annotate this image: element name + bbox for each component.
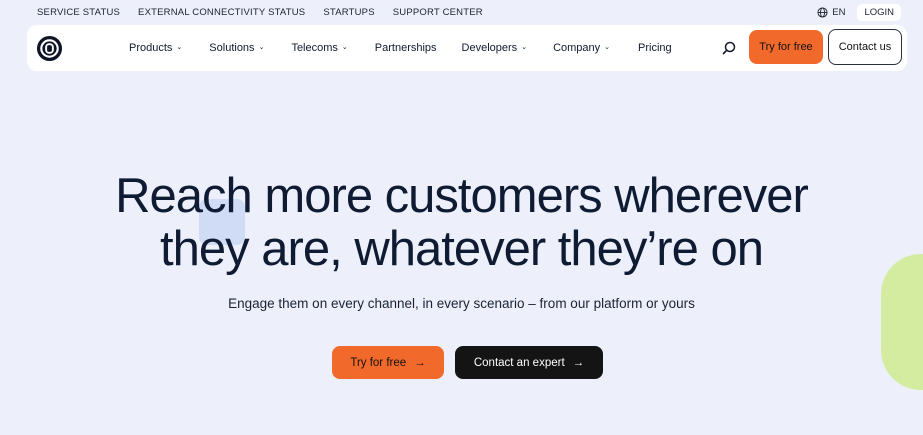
connectivity-status-link[interactable]: EXTERNAL CONNECTIVITY STATUS	[138, 7, 305, 18]
main-nav: Products ⌄ Solutions ⌄ Telecoms ⌄ Partne…	[27, 25, 907, 71]
chevron-down-icon: ⌄	[521, 44, 528, 51]
nav-item-company[interactable]: Company ⌄	[553, 42, 610, 54]
utility-links: SERVICE STATUS EXTERNAL CONNECTIVITY STA…	[37, 7, 501, 18]
hero-try-for-free-button[interactable]: Try for free →	[332, 346, 444, 379]
nav-item-solutions[interactable]: Solutions ⌄	[209, 42, 264, 54]
utility-right: EN LOGIN	[817, 4, 901, 21]
utility-bar: SERVICE STATUS EXTERNAL CONNECTIVITY STA…	[0, 0, 923, 25]
nav-item-label: Pricing	[638, 42, 672, 54]
arrow-right-icon: →	[572, 356, 585, 369]
nav-item-label: Partnerships	[374, 42, 437, 54]
nav-item-label: Products	[129, 42, 173, 54]
nav-item-label: Company	[553, 42, 601, 54]
nav-item-developers[interactable]: Developers ⌄	[462, 42, 528, 54]
nav-item-telecoms[interactable]: Telecoms ⌄	[291, 42, 347, 54]
try-for-free-button[interactable]: Try for free	[749, 30, 823, 64]
arrow-right-icon: →	[414, 356, 426, 369]
language-label: EN	[832, 7, 846, 18]
chevron-down-icon: ⌄	[258, 44, 265, 51]
logo-icon[interactable]	[36, 35, 63, 62]
nav-item-partnerships[interactable]: Partnerships	[375, 42, 437, 54]
globe-icon	[817, 7, 828, 18]
cta-label: Contact an expert	[473, 356, 565, 369]
cta-label: Try for free	[350, 356, 407, 369]
chevron-down-icon: ⌄	[341, 44, 348, 51]
contact-an-expert-button[interactable]: Contact an expert →	[455, 346, 603, 379]
nav-items: Products ⌄ Solutions ⌄ Telecoms ⌄ Partne…	[129, 25, 672, 71]
nav-item-products[interactable]: Products ⌄	[129, 42, 182, 54]
login-button[interactable]: LOGIN	[857, 4, 901, 21]
hero-title: Reach more customers wherever they are, …	[0, 170, 923, 276]
contact-us-button[interactable]: Contact us	[828, 29, 902, 65]
nav-item-label: Solutions	[209, 42, 255, 54]
nav-item-label: Telecoms	[291, 42, 338, 54]
support-center-link[interactable]: SUPPORT CENTER	[393, 7, 483, 18]
chevron-down-icon: ⌄	[604, 44, 611, 51]
chevron-down-icon: ⌄	[176, 44, 183, 51]
language-selector[interactable]: EN	[817, 7, 845, 18]
nav-item-pricing[interactable]: Pricing	[638, 42, 672, 54]
hero-title-line-2: they are, whatever they’re on	[160, 222, 764, 276]
nav-item-label: Developers	[461, 42, 518, 54]
startups-link[interactable]: STARTUPS	[323, 7, 374, 18]
search-icon[interactable]	[721, 40, 737, 56]
page: SERVICE STATUS EXTERNAL CONNECTIVITY STA…	[0, 0, 923, 435]
hero-subtitle: Engage them on every channel, in every s…	[228, 296, 695, 311]
service-status-link[interactable]: SERVICE STATUS	[37, 7, 120, 18]
hero-title-line-1: Reach more customers wherever	[115, 169, 809, 223]
